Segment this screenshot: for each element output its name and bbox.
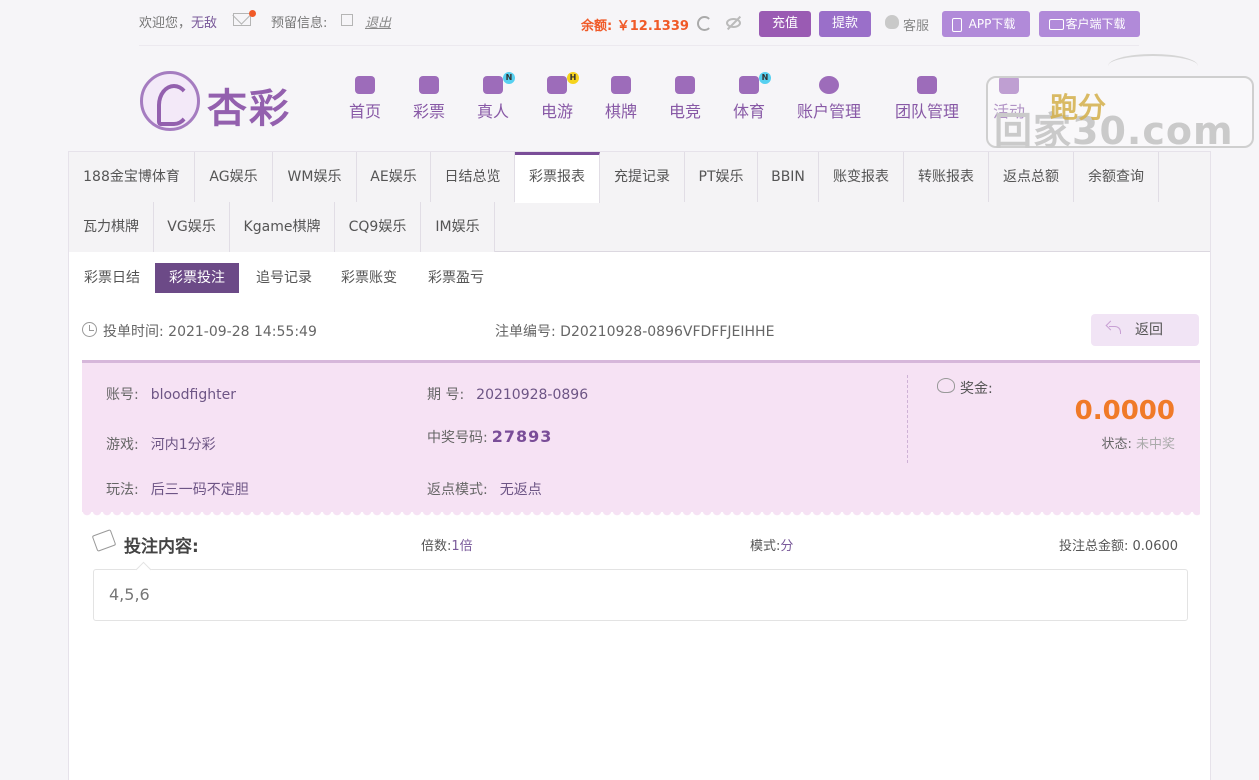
order-number: 注单编号: D20210928-0896VFDFFJEIHHE <box>495 324 775 340</box>
nav-slots[interactable]: H 电游 <box>541 72 579 122</box>
game-field: 游戏: 河内1分彩 <box>106 437 216 453</box>
nav-lottery[interactable]: 彩票 <box>413 76 445 122</box>
tab-188-sports[interactable]: 188金宝博体育 <box>69 152 195 202</box>
customer-service-icon[interactable] <box>885 15 899 29</box>
live-dealer-icon: N <box>483 72 515 94</box>
balance: 余额: ￥12.1339 <box>581 19 689 34</box>
client-download-button[interactable]: 客户端下载 <box>1039 11 1140 37</box>
team-icon <box>917 76 937 94</box>
mode-field: 模式:分 <box>750 539 794 554</box>
bet-slip-icon <box>91 529 117 552</box>
hot-badge: H <box>567 72 579 84</box>
subtab-chase-records[interactable]: 追号记录 <box>242 263 326 293</box>
multiple-field: 倍数:1倍 <box>421 539 473 554</box>
tab-ag[interactable]: AG娱乐 <box>195 152 273 202</box>
bet-numbers: 4,5,6 <box>93 569 1188 621</box>
tab-wali-chess[interactable]: 瓦力棋牌 <box>69 202 154 252</box>
nav-sports[interactable]: N 体育 <box>733 72 771 122</box>
clock-icon <box>82 322 97 337</box>
nav-team[interactable]: 团队管理 <box>895 76 959 122</box>
username: 无敌 <box>191 16 218 31</box>
prize-label: 奖金: <box>960 381 993 397</box>
watermark-ornament <box>1108 54 1198 78</box>
home-icon <box>355 76 375 94</box>
report-tabs: 188金宝博体育 AG娱乐 WM娱乐 AE娱乐 日结总览 彩票报表 充提记录 P… <box>69 152 1210 252</box>
rebate-mode-field: 返点模式: 无返点 <box>427 482 542 498</box>
bet-time: 投单时间: 2021-09-28 14:55:49 <box>103 324 317 340</box>
account-field: 账号: bloodfighter <box>106 387 236 403</box>
recharge-button[interactable]: 充值 <box>759 11 811 37</box>
trophy-icon: N <box>739 72 771 94</box>
tab-kgame-chess[interactable]: Kgame棋牌 <box>230 202 335 252</box>
nav-live[interactable]: N 真人 <box>477 72 515 122</box>
nav-account[interactable]: 账户管理 <box>797 76 861 122</box>
hide-balance-icon[interactable] <box>726 18 741 28</box>
refresh-icon[interactable] <box>697 16 712 31</box>
watermark: 回家30.com 跑分 <box>986 54 1254 153</box>
nav-esports[interactable]: 电竞 <box>669 76 701 122</box>
tab-bbin[interactable]: BBIN <box>758 152 819 202</box>
tab-rebate-total[interactable]: 返点总额 <box>989 152 1074 202</box>
tab-im[interactable]: IM娱乐 <box>421 202 495 252</box>
nav-home[interactable]: 首页 <box>349 76 381 122</box>
tab-pt[interactable]: PT娱乐 <box>685 152 758 202</box>
tab-lottery-report[interactable]: 彩票报表 <box>515 152 600 203</box>
tab-vg[interactable]: VG娱乐 <box>154 202 230 252</box>
customer-service-link[interactable]: 客服 <box>903 15 929 34</box>
tab-daily-overview[interactable]: 日结总览 <box>431 152 515 202</box>
reserve-info-label: 预留信息: <box>271 16 328 31</box>
watermark-text: 回家30.com <box>994 109 1234 153</box>
prize-amount: 0.0000 <box>1074 396 1175 426</box>
tab-transfer-report[interactable]: 转账报表 <box>904 152 989 202</box>
new-badge: N <box>503 72 515 84</box>
back-button[interactable]: 返回 <box>1091 314 1199 346</box>
edit-icon[interactable] <box>341 14 353 26</box>
withdraw-button[interactable]: 提款 <box>819 11 871 37</box>
bet-detail-card: 账号: bloodfighter 期 号: 20210928-0896 游戏: 河内1… <box>82 360 1200 518</box>
logo-text[interactable]: 杏彩 <box>207 76 291 134</box>
subtab-lottery-bets[interactable]: 彩票投注 <box>155 263 239 293</box>
play-field: 玩法: 后三一码不定胆 <box>106 482 249 498</box>
yen-coin-icon <box>819 76 839 94</box>
welcome-text: 欢迎您，无敌 <box>139 16 218 31</box>
app-download-button[interactable]: APP下载 <box>942 11 1030 37</box>
issue-field: 期 号: 20210928-0896 <box>427 387 589 403</box>
tab-wm[interactable]: WM娱乐 <box>273 152 357 202</box>
tab-ae[interactable]: AE娱乐 <box>357 152 431 202</box>
gamepad-icon: H <box>547 72 579 94</box>
winning-number-field: 中奖号码: 27893 <box>427 427 553 446</box>
tab-account-change[interactable]: 账变报表 <box>819 152 904 202</box>
subtab-lottery-profit[interactable]: 彩票盈亏 <box>414 263 498 293</box>
tab-cq9[interactable]: CQ9娱乐 <box>335 202 421 252</box>
bet-content-title: 投注内容: <box>124 537 199 557</box>
logo-emblem[interactable] <box>140 71 200 131</box>
unread-dot <box>249 10 256 17</box>
tab-balance-query[interactable]: 余额查询 <box>1074 152 1159 202</box>
win-status: 状态: 未中奖 <box>1101 437 1175 452</box>
report-panel: 188金宝博体育 AG娱乐 WM娱乐 AE娱乐 日结总览 彩票报表 充提记录 P… <box>68 151 1211 780</box>
mail-icon[interactable] <box>233 13 251 26</box>
watermark-gold-text: 跑分 <box>1050 91 1107 124</box>
cards-icon <box>611 76 631 94</box>
esports-icon <box>675 76 695 94</box>
total-amount-field: 投注总金额: 0.0600 <box>1059 539 1179 554</box>
ticket-icon <box>419 76 439 94</box>
detail-divider <box>907 375 908 463</box>
top-bar: 欢迎您，无敌 预留信息: 退出 余额: ￥12.1339 充值 提款 客服 AP… <box>139 0 1140 46</box>
back-arrow-icon <box>1109 326 1121 334</box>
money-bag-icon <box>937 378 955 393</box>
subtab-lottery-account-change[interactable]: 彩票账变 <box>327 263 411 293</box>
tab-deposit-withdraw[interactable]: 充提记录 <box>600 152 685 202</box>
new-badge: N <box>759 72 771 84</box>
logout-link[interactable]: 退出 <box>365 12 391 31</box>
nav-chess[interactable]: 棋牌 <box>605 76 637 122</box>
subtab-lottery-daily[interactable]: 彩票日结 <box>70 263 154 293</box>
